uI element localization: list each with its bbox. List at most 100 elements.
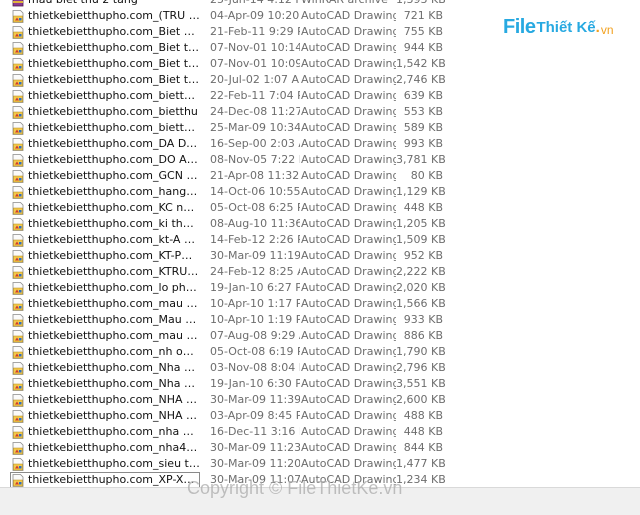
file-name-cell[interactable]: thietkebietthupho.com_DA DAY DU-HO... (10, 136, 200, 152)
file-row[interactable]: thietkebietthupho.com_KT-PHUONGAN1 30-Mar… (0, 248, 640, 264)
file-row[interactable]: thietkebietthupho.com_Biet thu (Bien Ho.… (0, 40, 640, 56)
copyright-watermark: Copyright © FileThietKe.vn (187, 478, 403, 498)
file-row[interactable]: thietkebietthupho.com_KC nha chu sang 05-… (0, 200, 640, 216)
file-name-cell[interactable]: thietkebietthupho.com_XP-XAYDUNG2(... (10, 472, 200, 488)
file-row[interactable]: thietkebietthupho.com_nha4x15m 30-Mar-09 … (0, 440, 640, 456)
file-name: thietkebietthupho.com_KC nha chu sang (28, 201, 200, 214)
file-type: AutoCAD Drawing (301, 265, 396, 278)
file-name-cell[interactable]: thietkebietthupho.com_NHA LO PHO 3 ... (10, 408, 200, 424)
logo-brand-text: Thiết Kế. (536, 18, 600, 36)
file-name-cell[interactable]: thietkebietthupho.com_Mau hoi truong (10, 312, 200, 328)
dwg-icon (12, 377, 24, 391)
file-row[interactable]: thietkebietthupho.com_DO AN BIET THU... 0… (0, 152, 640, 168)
file-row[interactable]: thietkebietthupho.com_Biet thu 20-Jul-02 … (0, 72, 640, 88)
file-type: AutoCAD Drawing (301, 377, 396, 390)
file-name: thietkebietthupho.com_NHA CONG VU ... (28, 393, 200, 406)
file-size: 993 KB (403, 137, 443, 150)
file-name-cell[interactable]: thietkebietthupho.com_bietthu hieu00 (10, 88, 200, 104)
file-size: 844 KB (403, 441, 443, 454)
file-row[interactable]: thietkebietthupho.com_bietthu 24-Dec-08 1… (0, 104, 640, 120)
file-name: thietkebietthupho.com_KT-PHUONGAN1 (28, 249, 200, 262)
file-date-modified: 07-Nov-01 10:09 A... (210, 57, 300, 70)
file-name-cell[interactable]: thietkebietthupho.com_Nha anh Tuy7,2x... (10, 376, 200, 392)
file-name-cell[interactable]: thietkebietthupho.com_mau nha dan du... (10, 328, 200, 344)
file-row[interactable]: thietkebietthupho.com_Nha 5x20m 03-Nov-08… (0, 360, 640, 376)
file-row[interactable]: thietkebietthupho.com_ki thuat thi cong … (0, 216, 640, 232)
dwg-icon (12, 281, 24, 295)
file-date-modified: 24-Feb-12 8:25 AM (210, 265, 300, 278)
file-type: AutoCAD Drawing (301, 41, 396, 54)
file-size: 721 KB (403, 9, 443, 22)
file-name-cell[interactable]: thietkebietthupho.com_bietthu (10, 104, 200, 120)
file-name-cell[interactable]: thietkebietthupho.com_nha o dan dung2... (10, 424, 200, 440)
file-row[interactable]: thietkebietthupho.com_sieu thi xanh _ kh… (0, 456, 640, 472)
file-name-cell[interactable]: thietkebietthupho.com_DO AN BIET THU... (10, 152, 200, 168)
file-row[interactable]: thietkebietthupho.com_nh ong nguyen v...… (0, 344, 640, 360)
file-name-cell[interactable]: thietkebietthupho.com_(TRU SO)KT-DAP... (10, 8, 200, 24)
dwg-icon (12, 169, 24, 183)
file-name: thietkebietthupho.com_bietthu hieu00 (28, 89, 200, 102)
file-row[interactable]: thietkebietthupho.com_NHA LO PHO 3 ... 03… (0, 408, 640, 424)
file-name-cell[interactable]: thietkebietthupho.com_nh ong nguyen v... (10, 344, 200, 360)
file-row[interactable]: thietkebietthupho.com_kt-A Minh5x12m 14-F… (0, 232, 640, 248)
file-name-cell[interactable]: mau biet thu 2 tang (10, 0, 200, 8)
file-name-cell[interactable]: thietkebietthupho.com_bietthu_1_1_6500..… (10, 120, 200, 136)
file-type: AutoCAD Drawing (301, 217, 396, 230)
file-name-cell[interactable]: thietkebietthupho.com_mau bt9x13m (10, 296, 200, 312)
file-name-cell[interactable]: thietkebietthupho.com_Biet thu (10, 72, 200, 88)
file-type: AutoCAD Drawing (301, 361, 396, 374)
file-name: thietkebietthupho.com_Nha anh Tuy7,2x... (28, 377, 200, 390)
file-row[interactable]: thietkebietthupho.com_NHA CONG VU ... 30-… (0, 392, 640, 408)
dwg-icon (12, 201, 24, 215)
file-name-cell[interactable]: thietkebietthupho.com_Biet hieu (Tien Gi… (10, 24, 200, 40)
file-name-cell[interactable]: thietkebietthupho.com_ki thuat thi cong … (10, 216, 200, 232)
file-name-cell[interactable]: thietkebietthupho.com_Biet thu (Tien Gi.… (10, 56, 200, 72)
file-row[interactable]: thietkebietthupho.com_lo pho4x18m 19-Jan-… (0, 280, 640, 296)
file-row[interactable]: thietkebietthupho.com_nha o dan dung2...… (0, 424, 640, 440)
file-row[interactable]: thietkebietthupho.com_hang rao 14-Oct-06 … (0, 184, 640, 200)
dwg-icon (12, 105, 24, 119)
file-size: 3,781 KB (396, 153, 446, 166)
file-date-modified: 08-Nov-05 7:22 PM (210, 153, 300, 166)
file-name-cell[interactable]: thietkebietthupho.com_kt-A Minh5x12m (10, 232, 200, 248)
file-type: AutoCAD Drawing (301, 409, 396, 422)
file-type: AutoCAD Drawing (301, 425, 396, 438)
file-row[interactable]: thietkebietthupho.com_Biet thu (Tien Gi.… (0, 56, 640, 72)
file-name-cell[interactable]: thietkebietthupho.com_KTRUC TRUONG... (10, 264, 200, 280)
file-name: thietkebietthupho.com_mau nha dan du... (28, 329, 200, 342)
file-name-cell[interactable]: thietkebietthupho.com_NHA CONG VU ... (10, 392, 200, 408)
file-type: AutoCAD Drawing (301, 345, 396, 358)
file-row[interactable]: thietkebietthupho.com_bietthu hieu00 22-F… (0, 88, 640, 104)
file-name-cell[interactable]: thietkebietthupho.com_lo pho4x18m (10, 280, 200, 296)
file-date-modified: 04-Apr-09 10:20 PM (210, 9, 300, 22)
dwg-icon (12, 41, 24, 55)
file-row[interactable]: thietkebietthupho.com_mau bt9x13m 10-Apr-… (0, 296, 640, 312)
file-row[interactable]: mau biet thu 2 tang 25-Jun-14 4:12 PMWinR… (0, 0, 640, 8)
file-size: 3,551 KB (396, 377, 446, 390)
file-name-cell[interactable]: thietkebietthupho.com_hang rao (10, 184, 200, 200)
file-name-cell[interactable]: thietkebietthupho.com_KT-PHUONGAN1 (10, 248, 200, 264)
dwg-icon (12, 217, 24, 231)
file-list: mau biet thu 2 tang 25-Jun-14 4:12 PMWinR… (0, 0, 640, 488)
dwg-icon (12, 473, 24, 487)
file-name-cell[interactable]: thietkebietthupho.com_KC nha chu sang (10, 200, 200, 216)
file-name-cell[interactable]: thietkebietthupho.com_GCN QSD NHA ... (10, 168, 200, 184)
file-name: thietkebietthupho.com_NHA LO PHO 3 ... (28, 409, 200, 422)
file-type: AutoCAD Drawing (301, 25, 396, 38)
file-row[interactable]: thietkebietthupho.com_bietthu_1_1_6500..… (0, 120, 640, 136)
file-name-cell[interactable]: thietkebietthupho.com_sieu thi xanh _ kh… (10, 456, 200, 472)
file-row[interactable]: thietkebietthupho.com_Nha anh Tuy7,2x...… (0, 376, 640, 392)
file-row[interactable]: thietkebietthupho.com_mau nha dan du... 0… (0, 328, 640, 344)
file-row[interactable]: thietkebietthupho.com_Mau hoi truong 10-A… (0, 312, 640, 328)
file-name: thietkebietthupho.com_kt-A Minh5x12m (28, 233, 200, 246)
file-date-modified: 14-Oct-06 10:55 PM (210, 185, 300, 198)
file-row[interactable]: thietkebietthupho.com_DA DAY DU-HO... 16-… (0, 136, 640, 152)
file-row[interactable]: thietkebietthupho.com_KTRUC TRUONG... 24-… (0, 264, 640, 280)
file-size: 933 KB (403, 313, 443, 326)
dwg-icon (12, 409, 24, 423)
file-name-cell[interactable]: thietkebietthupho.com_Nha 5x20m (10, 360, 200, 376)
file-row[interactable]: thietkebietthupho.com_GCN QSD NHA ... 21-… (0, 168, 640, 184)
file-name-cell[interactable]: thietkebietthupho.com_Biet thu (Bien Ho.… (10, 40, 200, 56)
file-name-cell[interactable]: thietkebietthupho.com_nha4x15m (10, 440, 200, 456)
logo-file-text: File (503, 15, 536, 38)
